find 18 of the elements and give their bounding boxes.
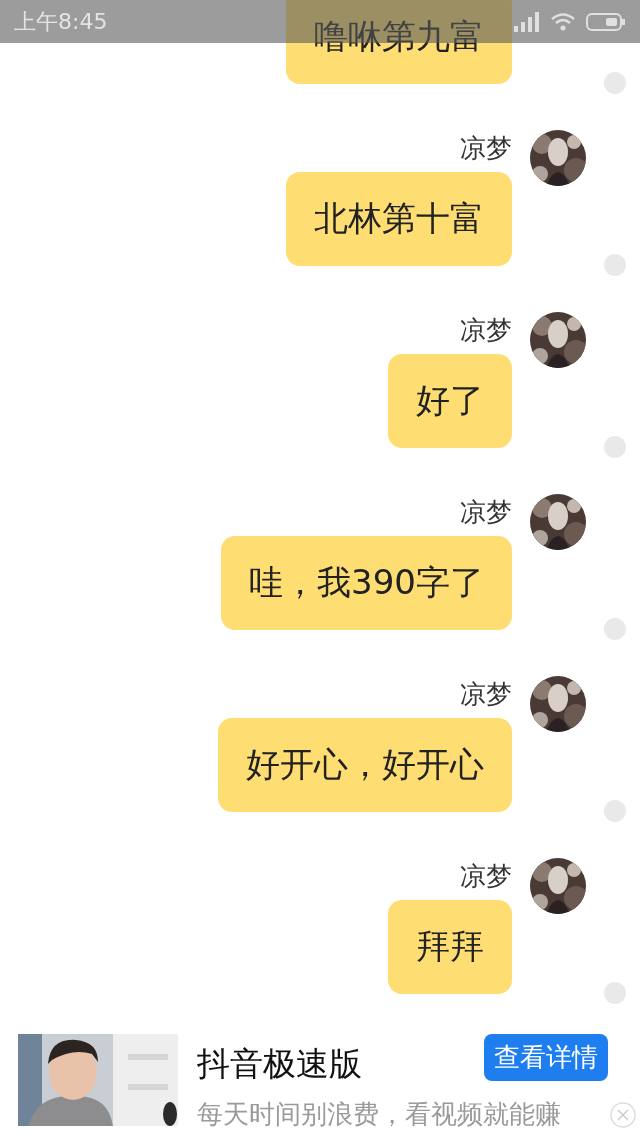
message-bubble: 拜拜 <box>388 900 512 994</box>
sender-name: 凉梦 <box>460 678 512 711</box>
message-bubble: 好了 <box>388 354 512 448</box>
message-bubble: 北林第十富 <box>286 172 512 266</box>
ad-description: 每天时间别浪费，看视频就能赚 <box>197 1098 561 1131</box>
wifi-icon <box>550 11 576 32</box>
message-bubble: 好开心，好开心 <box>218 718 512 812</box>
status-time: 上午8:45 <box>14 7 108 36</box>
sender-name: 凉梦 <box>460 132 512 165</box>
close-icon[interactable] <box>610 1102 636 1128</box>
sender-name: 凉梦 <box>460 314 512 347</box>
signal-icon <box>512 11 540 32</box>
ad-title: 抖音极速版 <box>197 1043 362 1085</box>
message-bubble: 哇，我390字了 <box>221 536 512 630</box>
details-button[interactable]: 查看详情 <box>484 1034 608 1081</box>
sender-name: 凉梦 <box>460 860 512 893</box>
sender-name: 凉梦 <box>460 496 512 529</box>
battery-icon <box>586 11 626 32</box>
